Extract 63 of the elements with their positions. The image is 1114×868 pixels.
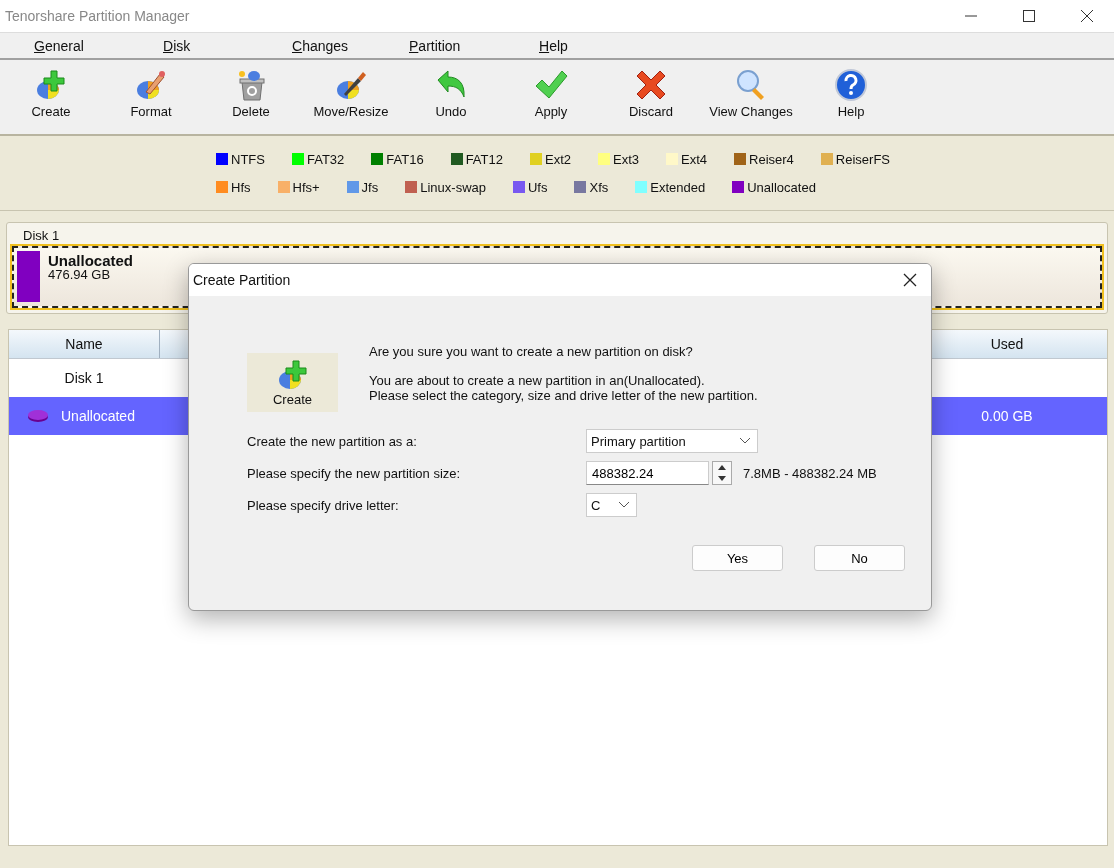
info-text: You are about to create a new partition in an(Unallocated). [369, 373, 706, 388]
toolbar-button[interactable]: Undo [401, 64, 501, 130]
field-label: Create the new partition as a: [247, 433, 418, 449]
disk-label: Disk 1 [23, 228, 61, 243]
legend-label: Ext3 [613, 151, 639, 167]
maximize-icon[interactable] [1022, 9, 1036, 23]
menu-item[interactable]: Disk [163, 37, 258, 54]
size-input[interactable]: 488382.24 [586, 461, 709, 485]
create-button[interactable]: Create [247, 353, 338, 412]
close-icon[interactable] [903, 273, 917, 287]
legend-label: Xfs [589, 179, 609, 195]
toolbar-button[interactable]: Format [101, 64, 201, 130]
menu-item[interactable]: Changes [292, 37, 375, 54]
table-cell: Unallocated [61, 408, 135, 424]
partition-name: Unallocated [48, 253, 134, 268]
partition-type-dropdown[interactable]: Primary partition [586, 429, 758, 453]
legend-label: FAT16 [386, 151, 424, 167]
legend-label: Hfs+ [292, 179, 320, 195]
dialog-title: Create Partition [193, 272, 291, 288]
disk-plus-icon [34, 68, 68, 102]
legend-label: Ext2 [545, 151, 571, 167]
chevron-down-icon [739, 437, 751, 445]
field-label: Please specify drive letter: [247, 497, 400, 513]
menu-item[interactable]: General [34, 37, 129, 54]
toolbar-button[interactable]: Create [1, 64, 101, 130]
toolbar-button[interactable]: Help [801, 64, 901, 130]
size-range-text: 7.8MB - 488382.24 MB [743, 465, 877, 481]
partition-size: 476.94 GB [48, 268, 112, 281]
chevron-down-icon [618, 501, 630, 509]
legend-label: FAT12 [465, 151, 503, 167]
legend-label: Extended [650, 179, 706, 195]
legend-label: Linux-swap [420, 179, 486, 195]
yes-button[interactable]: Yes [692, 545, 783, 571]
legend-label: NTFS [231, 151, 265, 167]
column-header[interactable]: Name [9, 330, 160, 358]
drive-letter-dropdown[interactable]: C [586, 493, 637, 517]
spin-buttons[interactable] [712, 461, 732, 485]
legend-label: Jfs [361, 179, 379, 195]
toolbar-button[interactable]: Move/Resize [301, 64, 401, 130]
toolbar-button[interactable]: Delete [201, 64, 301, 130]
toolbar-button[interactable]: View Changes [701, 64, 801, 130]
window-title: Tenorshare Partition Manager [5, 8, 190, 24]
table-cell: 0.00 GB [981, 408, 1033, 424]
close-icon[interactable] [1080, 9, 1094, 23]
question-text: Are you sure you want to create a new partition on disk? [369, 344, 694, 359]
legend-label: Unallocated [747, 179, 816, 195]
no-button[interactable]: No [814, 545, 905, 571]
toolbar-button[interactable]: Apply [501, 64, 601, 130]
legend-label: Reiser4 [749, 151, 794, 167]
cross-icon [634, 68, 668, 102]
legend-label: ReiserFS [835, 151, 890, 167]
legend-label: FAT32 [306, 151, 345, 167]
legend-label: Ufs [528, 179, 548, 195]
info-text: Please select the category, size and drive letter of the new partition. [369, 388, 758, 403]
field-label: Please specify the new partition size: [247, 465, 462, 481]
disk-icon [27, 409, 49, 423]
legend-label: Hfs [231, 179, 251, 195]
legend-label: Ext4 [681, 151, 708, 167]
menu-item[interactable]: Help [539, 37, 634, 54]
disk-brush-icon [134, 68, 168, 102]
help-icon [834, 68, 868, 102]
toolbar-button[interactable]: Discard [601, 64, 701, 130]
menu-item[interactable]: Partition [409, 37, 505, 54]
